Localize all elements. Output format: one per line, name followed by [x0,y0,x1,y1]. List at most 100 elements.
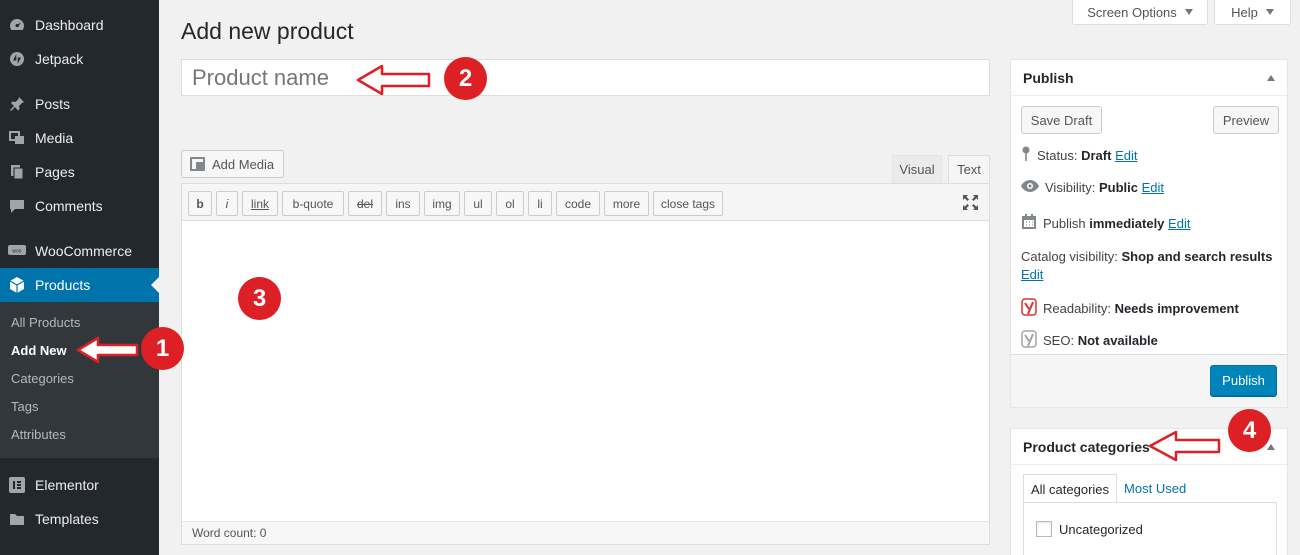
screen-options-button[interactable]: Screen Options [1072,0,1208,25]
qt-ol-button[interactable]: ol [496,191,524,216]
preview-button[interactable]: Preview [1213,106,1279,134]
menu-item-media[interactable]: Media [0,121,159,155]
seo-label: SEO: [1043,333,1075,348]
add-media-label: Add Media [212,156,275,172]
menu-label: Templates [35,511,99,527]
qt-del-button[interactable]: del [348,191,382,216]
qt-ul-button[interactable]: ul [464,191,492,216]
collapse-toggle-icon[interactable] [1267,75,1275,81]
publish-button[interactable]: Publish [1210,365,1277,396]
menu-label: Pages [35,164,75,180]
publish-label: Publish [1043,216,1086,231]
menu-item-jetpack[interactable]: Jetpack [0,42,159,76]
visibility-label: Visibility: [1045,180,1096,195]
edit-status-link[interactable]: Edit [1115,148,1137,163]
publish-actions: Publish [1011,354,1287,407]
products-icon [8,276,26,294]
woocommerce-icon: woo [8,242,26,260]
menu-item-products[interactable]: Products [0,268,159,302]
publish-box-title: Publish [1023,69,1074,86]
chevron-down-icon [1265,9,1274,15]
tab-text[interactable]: Text [948,155,990,183]
screen-options-label: Screen Options [1087,4,1177,20]
jetpack-icon [8,50,26,68]
catalog-value: Shop and search results [1121,249,1273,264]
qt-img-button[interactable]: img [424,191,460,216]
menu-item-comments[interactable]: Comments [0,189,159,223]
collapse-toggle-icon[interactable] [1267,444,1275,450]
annotation-badge-3: 3 [238,277,281,320]
annotation-arrow-1 [76,336,139,364]
submenu-categories[interactable]: Categories [11,369,74,389]
annotation-badge-1: 1 [141,327,184,370]
folder-icon [8,510,26,528]
submenu-attributes[interactable]: Attributes [11,425,66,445]
menu-item-templates[interactable]: Templates [0,502,159,536]
menu-item-pages[interactable]: Pages [0,155,159,189]
content-textarea[interactable] [182,221,989,521]
tab-visual[interactable]: Visual [892,155,942,183]
catalog-label: Catalog visibility: [1021,249,1118,264]
qt-link-button[interactable]: link [242,191,278,216]
annotation-arrow-4 [1148,430,1221,462]
menu-item-dashboard[interactable]: Dashboard [0,8,159,42]
menu-item-posts[interactable]: Posts [0,87,159,121]
menu-label: Products [35,277,91,293]
category-item[interactable]: Uncategorized [1036,521,1143,537]
add-media-button[interactable]: Add Media [181,150,284,178]
edit-publish-date-link[interactable]: Edit [1168,216,1190,231]
edit-visibility-link[interactable]: Edit [1142,180,1164,195]
publish-box-header[interactable]: Publish [1011,60,1287,96]
qt-more-button[interactable]: more [604,191,649,216]
menu-label: Comments [35,198,103,214]
qt-close-tags-button[interactable]: close tags [653,191,723,216]
seo-value: Not available [1077,333,1158,348]
tab-most-used[interactable]: Most Used [1117,474,1193,503]
categories-box-title: Product categories [1023,438,1150,455]
menu-item-woocommerce[interactable]: woo WooCommerce [0,234,159,268]
calendar-icon [1021,214,1037,233]
edit-catalog-link[interactable]: Edit [1021,267,1043,282]
word-count: Word count: 0 [182,521,989,544]
menu-item-elementor[interactable]: Elementor [0,468,159,502]
qt-bquote-button[interactable]: b-quote [282,191,344,216]
readability-value: Needs improvement [1114,301,1239,316]
category-checkbox[interactable] [1036,521,1052,537]
comments-icon [8,197,26,215]
annotation-badge-2: 2 [444,57,487,100]
fullscreen-icon[interactable] [962,194,979,211]
qt-bold-button[interactable]: b [188,191,212,216]
product-name-input[interactable]: Product name [181,59,990,96]
category-list: Uncategorized [1023,502,1277,555]
annotation-arrow-2 [356,64,431,96]
submenu-all-products[interactable]: All Products [11,313,80,333]
menu-label: Media [35,130,74,146]
svg-text:woo: woo [12,249,21,255]
category-tabs: All categories Most Used [1023,474,1193,503]
products-submenu: All Products Add New Categories Tags Att… [0,302,159,458]
qt-ins-button[interactable]: ins [386,191,420,216]
media-icon [8,129,26,147]
help-button[interactable]: Help [1214,0,1291,25]
dashboard-icon [8,16,26,34]
publish-date-row: Publish immediately Edit [1021,214,1190,233]
qt-italic-button[interactable]: i [216,191,238,216]
pages-icon [8,163,26,181]
save-draft-button[interactable]: Save Draft [1021,106,1102,134]
readability-label: Readability: [1043,301,1111,316]
yoast-readability-icon [1021,298,1037,319]
qt-li-button[interactable]: li [528,191,552,216]
seo-row: SEO: Not available [1021,330,1158,351]
help-label: Help [1231,4,1258,20]
chevron-down-icon [1184,9,1193,15]
admin-sidebar: Dashboard Jetpack Posts Media Pages Comm… [0,0,159,555]
qt-code-button[interactable]: code [556,191,600,216]
pushpin-icon [8,95,26,113]
menu-label: Elementor [35,477,99,493]
submenu-add-new[interactable]: Add New [11,341,67,361]
annotation-badge-4: 4 [1228,409,1271,452]
catalog-visibility-row: Catalog visibility: Shop and search resu… [1021,248,1281,284]
tab-all-categories[interactable]: All categories [1023,474,1118,503]
submenu-tags[interactable]: Tags [11,397,38,417]
status-label: Status: [1037,148,1078,163]
